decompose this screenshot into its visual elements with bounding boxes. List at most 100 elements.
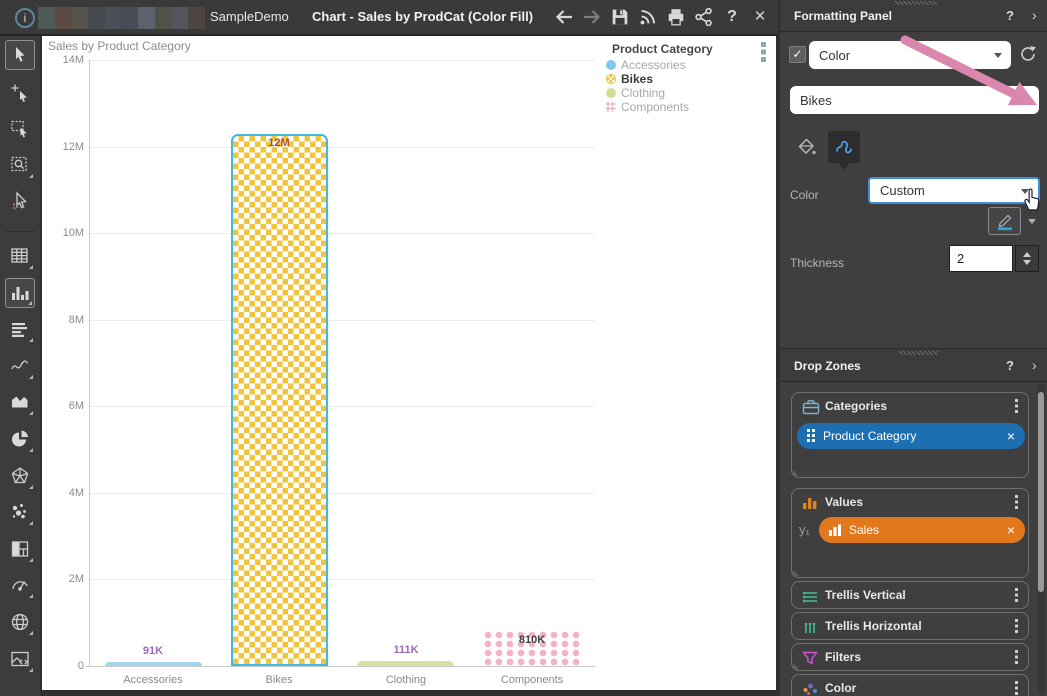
thickness-stepper[interactable]	[1015, 245, 1039, 272]
line-chart-visual-icon[interactable]	[5, 351, 35, 381]
treemap-visual-icon[interactable]	[5, 534, 35, 564]
chart-menu-icon[interactable]	[761, 42, 766, 62]
y-tick-label: 10M	[44, 227, 84, 239]
drop-zone-filters[interactable]: Filters	[791, 643, 1029, 671]
drop-zone-color[interactable]: Color	[791, 674, 1029, 696]
picker-dropdown-icon[interactable]	[1028, 219, 1036, 224]
zone-menu-icon[interactable]	[1015, 495, 1018, 509]
drop-zones-header: Drop Zones ? ›	[780, 348, 1047, 382]
formatting-panel: Formatting Panel ? › ✓ Color Bikes Color…	[780, 0, 1047, 696]
y-tick-label: 6M	[44, 400, 84, 412]
map-visual-icon[interactable]	[5, 607, 35, 637]
chevron-down-icon	[1021, 189, 1029, 194]
property-select[interactable]: Color	[809, 41, 1011, 69]
embed-visual-icon[interactable]	[5, 644, 35, 674]
print-icon[interactable]	[662, 3, 690, 31]
redacted-block	[88, 7, 105, 29]
toolbar-divider	[6, 231, 34, 232]
share-icon[interactable]	[690, 3, 718, 31]
help-icon[interactable]: ?	[1006, 0, 1014, 32]
project-name: SampleDemo	[210, 0, 289, 34]
drop-zone-categories[interactable]: Categories Product Category ×	[791, 392, 1029, 478]
grid-line	[90, 320, 595, 321]
bar-accessories[interactable]	[105, 662, 202, 666]
color-dots-icon	[802, 682, 818, 696]
line-tab[interactable]	[828, 131, 860, 163]
remove-icon[interactable]: ×	[1007, 517, 1015, 543]
zone-menu-icon[interactable]	[1015, 650, 1018, 664]
pill-sales[interactable]: Sales ×	[819, 517, 1025, 543]
color-picker-button[interactable]	[988, 207, 1021, 235]
help-icon[interactable]: ?	[1006, 349, 1014, 383]
zone-menu-icon[interactable]	[1015, 399, 1018, 413]
table-visual-icon[interactable]	[5, 241, 35, 271]
formatting-panel-title: Formatting Panel	[794, 0, 892, 32]
drag-handle-icon[interactable]	[894, 1, 938, 5]
add-element-tool-icon[interactable]	[5, 77, 35, 107]
gauge-visual-icon[interactable]	[5, 570, 35, 600]
x-axis	[86, 666, 595, 667]
drop-zone-values[interactable]: Values y₁ Sales ×	[791, 488, 1029, 578]
reset-icon[interactable]	[1018, 44, 1038, 69]
drop-zone-trellis-vertical[interactable]: Trellis Vertical	[791, 581, 1029, 609]
close-icon[interactable]: ×	[746, 3, 774, 31]
bar-value-label: 810K	[492, 634, 572, 646]
legend-item-clothing[interactable]: Clothing	[606, 86, 774, 100]
bar-value-label: 111K	[366, 644, 446, 656]
chart-legend: Product Category Accessories Bikes Cloth…	[598, 40, 774, 114]
remove-icon[interactable]: ×	[1007, 423, 1015, 449]
y-tick-label: 2M	[44, 573, 84, 585]
grid-line	[90, 493, 595, 494]
property-checkbox[interactable]: ✓	[789, 46, 806, 63]
grid-line	[90, 60, 595, 61]
drop-zone-trellis-horizontal[interactable]: Trellis Horizontal	[791, 612, 1029, 640]
element-select[interactable]: Bikes	[790, 86, 1039, 114]
bar-clothing[interactable]	[357, 661, 454, 666]
collapse-panel-icon[interactable]: ›	[1032, 0, 1037, 31]
pie-chart-visual-icon[interactable]	[5, 424, 35, 454]
forward-icon[interactable]	[578, 3, 606, 31]
rectangle-select-tool-icon[interactable]	[5, 113, 35, 143]
text-visual-icon[interactable]	[5, 314, 35, 344]
stepper-up-icon[interactable]	[1023, 252, 1031, 257]
interaction-pointer-tool-icon[interactable]	[5, 186, 35, 216]
fill-tab[interactable]	[792, 133, 822, 161]
application-window: i SampleDemo Chart - Sales by ProdCat (C…	[0, 0, 1047, 696]
back-icon[interactable]	[550, 3, 578, 31]
zone-menu-icon[interactable]	[1015, 588, 1018, 602]
stepper-down-icon[interactable]	[1023, 260, 1031, 265]
chart-canvas[interactable]: Sales by Product Category 02M4M6M8M10M12…	[42, 36, 776, 690]
redacted-block	[55, 7, 72, 29]
zone-menu-icon[interactable]	[1015, 681, 1018, 695]
scrollbar-thumb[interactable]	[1038, 392, 1044, 592]
briefcase-icon	[802, 399, 820, 420]
top-toolbar: i SampleDemo Chart - Sales by ProdCat (C…	[0, 0, 778, 36]
collapse-panel-icon[interactable]: ›	[1032, 349, 1037, 382]
drag-handle-icon[interactable]	[898, 351, 938, 355]
thickness-input[interactable]: 2	[949, 245, 1013, 272]
zone-menu-icon[interactable]	[1015, 619, 1018, 633]
radar-chart-visual-icon[interactable]	[5, 461, 35, 491]
color-select[interactable]: Custom	[868, 177, 1040, 204]
pointer-tool-icon[interactable]	[5, 40, 35, 70]
feed-icon[interactable]	[634, 3, 662, 31]
pencil-icon	[995, 211, 1015, 231]
scatter-chart-visual-icon[interactable]	[5, 497, 35, 527]
info-icon[interactable]: i	[15, 8, 35, 28]
redacted-block	[38, 7, 55, 29]
help-icon[interactable]: ?	[718, 3, 746, 31]
zone-corner-mark	[793, 663, 799, 669]
area-chart-visual-icon[interactable]	[5, 387, 35, 417]
legend-item-components[interactable]: Components	[606, 100, 774, 114]
pill-product-category[interactable]: Product Category ×	[797, 423, 1025, 449]
save-icon[interactable]	[606, 3, 634, 31]
legend-item-bikes[interactable]: Bikes	[606, 72, 774, 86]
zoom-region-tool-icon[interactable]	[5, 150, 35, 180]
y-tick-label: 8M	[44, 314, 84, 326]
zone-corner-mark	[793, 470, 799, 476]
legend-item-accessories[interactable]: Accessories	[606, 58, 774, 72]
color-label: Color	[790, 188, 819, 202]
bar-chart-visual-icon[interactable]	[5, 278, 35, 308]
bar-bikes[interactable]	[231, 134, 328, 666]
bar-value-label: 91K	[113, 645, 193, 657]
